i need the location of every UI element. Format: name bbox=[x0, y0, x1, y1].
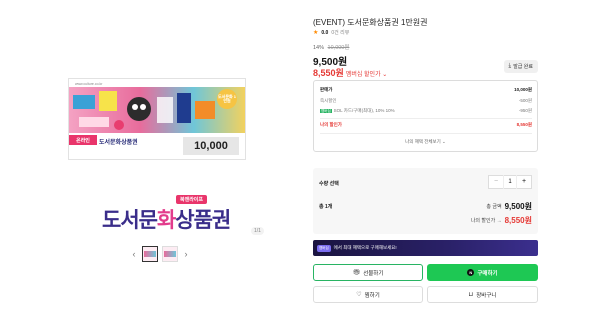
product-image-area: www.culture.co.kr 도서문화 1만원 온라인 도서문화상품권 1… bbox=[0, 0, 300, 320]
wishlist-button-label: 찜하기 bbox=[364, 292, 380, 299]
quantity-box: 수량 선택 − 1 + 총 1개 총 금액 9,500원 나의 할인가 → 8,… bbox=[313, 168, 538, 234]
total-value: 9,500원 bbox=[504, 202, 532, 211]
gift-button[interactable]: 🎁︎ 선물하기 bbox=[313, 264, 423, 281]
member-price-label: 멤버십 할인가 ⌄ bbox=[345, 72, 388, 78]
coupon-button[interactable]: ⤓ 발급 완료 bbox=[503, 60, 538, 73]
detail-key-text: SOL 카드/구매(최대), 10% 10% bbox=[333, 108, 395, 113]
detail-value: -950원 bbox=[518, 108, 532, 113]
detail-row: 판매가 10,000원 bbox=[320, 87, 532, 93]
thumbnail-strip: ‹ › bbox=[130, 246, 190, 262]
detail-key: 즉시할인 bbox=[320, 98, 337, 103]
discount-percent: 14% bbox=[313, 45, 325, 51]
thumbnail[interactable] bbox=[142, 246, 158, 262]
download-icon: ⤓ bbox=[508, 63, 512, 69]
review-count[interactable]: 0건 리뷰 bbox=[331, 29, 349, 36]
thumb-prev-icon[interactable]: ‹ bbox=[130, 249, 138, 259]
quantity-count: 총 1개 bbox=[319, 204, 333, 210]
product-info: (EVENT) 도서문화상품권 1만원권 ★ 0.0 0건 리뷰 14% 10,… bbox=[313, 0, 538, 320]
quantity-value[interactable]: 1 bbox=[503, 175, 517, 189]
product-title: (EVENT) 도서문화상품권 1만원권 bbox=[313, 18, 428, 27]
quantity-label: 수량 선택 bbox=[319, 181, 339, 187]
original-price: 10,000원 bbox=[327, 45, 350, 51]
plus-icon[interactable]: + bbox=[517, 175, 531, 189]
member-total-label: 나의 할인가 → bbox=[470, 218, 502, 224]
banner-text: 에서 최대 혜택으로 구매해보세요! bbox=[333, 245, 397, 250]
detail-key: 판매가 bbox=[320, 87, 333, 92]
detail-row: 즉시할인 -500원 bbox=[320, 98, 532, 104]
member-price-value: 8,550원 bbox=[313, 68, 344, 78]
detail-key: 멤버십 SOL 카드/구매(최대), 10% 10% bbox=[320, 108, 395, 114]
naver-pay-icon: N bbox=[467, 269, 475, 276]
discount-row: 14% 10,000원 bbox=[313, 43, 349, 51]
brand-logo: 도서문화상품권 bbox=[102, 204, 231, 234]
benefits-more-link[interactable]: 나의 혜택 전체보기 ⌄ bbox=[314, 139, 537, 145]
coupon-button-label: 발급 완료 bbox=[513, 64, 533, 70]
card-url: www.culture.co.kr bbox=[75, 82, 103, 86]
cart-button-label: 장바구니 bbox=[476, 292, 497, 299]
brand-logo-part3: 상품권 bbox=[175, 209, 231, 232]
price-detail-box: 판매가 10,000원 즉시할인 -500원 멤버십 SOL 카드/구매(최대),… bbox=[313, 80, 538, 152]
member-price[interactable]: 8,550원 멤버십 할인가 ⌄ bbox=[313, 66, 387, 79]
detail-value: 10,000원 bbox=[514, 87, 532, 92]
total-amount: 총 금액 9,500원 bbox=[486, 201, 532, 212]
brand-logo-part1: 도서문 bbox=[102, 209, 158, 232]
rating-score: 0.0 bbox=[321, 29, 329, 36]
buy-button[interactable]: N 구매하기 bbox=[427, 264, 538, 281]
gift-card-image: www.culture.co.kr 도서문화 1만원 온라인 도서문화상품권 1… bbox=[68, 78, 246, 160]
heart-icon: ♡ bbox=[356, 292, 362, 298]
gift-icon: 🎁︎ bbox=[352, 270, 361, 276]
detail-row: 멤버십 SOL 카드/구매(최대), 10% 10% -950원 bbox=[320, 108, 532, 114]
thumbnail[interactable] bbox=[162, 246, 178, 262]
star-icon: ★ bbox=[313, 30, 319, 36]
card-badge: 도서문화 1만원 bbox=[217, 89, 237, 109]
divider bbox=[320, 118, 532, 119]
member-total: 나의 할인가 → 8,550원 bbox=[471, 215, 532, 226]
brand-logo-part2: 화 bbox=[156, 209, 176, 232]
detail-value: 8,550원 bbox=[516, 122, 532, 127]
image-page-indicator: 1/1 bbox=[251, 227, 264, 235]
cart-button[interactable]: ⊔ 장바구니 bbox=[427, 286, 538, 303]
card-online-tag: 온라인 bbox=[69, 135, 97, 145]
membership-chip: 멤버십 bbox=[320, 109, 332, 113]
detail-value: -500원 bbox=[518, 98, 532, 103]
card-value: 10,000 bbox=[183, 137, 239, 155]
card-brand: 도서문화상품권 bbox=[99, 140, 138, 146]
banner-tag: 멤버십 bbox=[317, 244, 331, 252]
rating: ★ 0.0 0건 리뷰 bbox=[313, 29, 349, 37]
total-label: 총 금액 bbox=[486, 204, 502, 210]
minus-icon[interactable]: − bbox=[489, 175, 503, 189]
member-total-value: 8,550원 bbox=[504, 216, 532, 225]
thumb-next-icon[interactable]: › bbox=[182, 249, 190, 259]
wishlist-button[interactable]: ♡ 찜하기 bbox=[313, 286, 423, 303]
detail-row-total: 나의 할인가 8,550원 bbox=[320, 122, 532, 128]
logo-tag: 북앤라이프 bbox=[176, 195, 208, 204]
gift-button-label: 선물하기 bbox=[363, 270, 384, 277]
membership-banner[interactable]: 멤버십 에서 최대 혜택으로 구매해보세요! bbox=[313, 240, 538, 256]
buy-button-label: 구매하기 bbox=[477, 270, 498, 277]
divider bbox=[320, 133, 532, 134]
shopping-bag-icon: ⊔ bbox=[468, 292, 474, 298]
quantity-stepper: − 1 + bbox=[488, 175, 532, 189]
detail-key: 나의 할인가 bbox=[320, 122, 342, 127]
